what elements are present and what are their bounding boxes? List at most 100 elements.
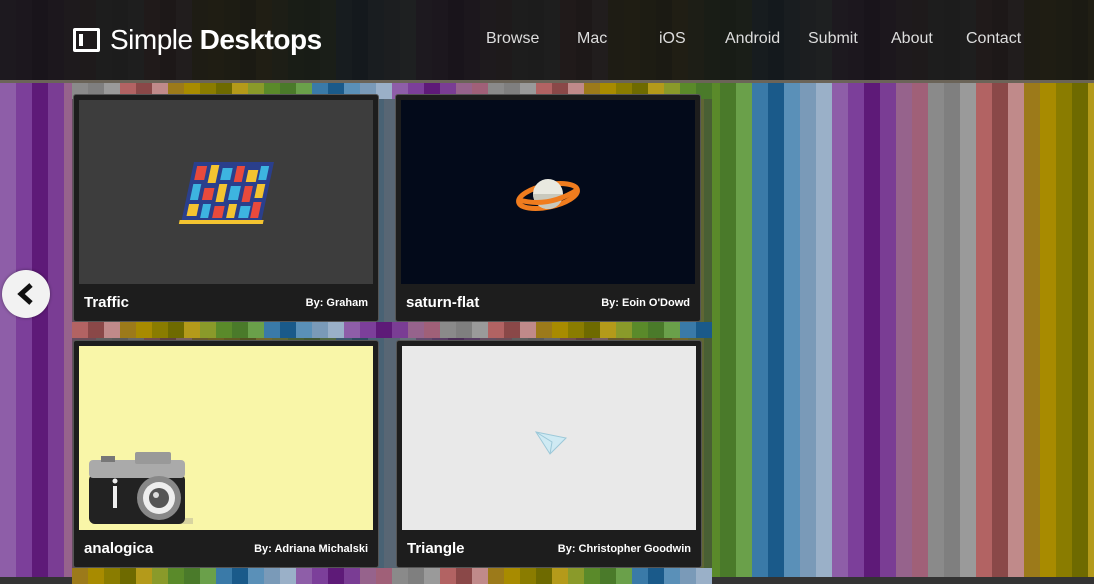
band-stripe [312,322,328,338]
stripe [736,0,752,577]
nav-browse[interactable]: Browse [486,30,539,48]
logo-text-light: Simple [110,24,193,55]
wallpaper-card[interactable]: saturn-flat By: Eoin O'Dowd [395,94,701,322]
band-stripe [168,568,184,584]
stripe [800,0,816,577]
stripe [1040,0,1056,577]
band-stripe [376,322,392,338]
wallpaper-thumbnail[interactable] [402,346,696,530]
stripe [1072,0,1088,577]
wallpaper-title[interactable]: analogica [84,540,153,557]
nav-about[interactable]: About [891,30,933,48]
stripe [768,0,784,577]
wallpaper-title[interactable]: Traffic [84,294,129,311]
band-stripe [248,322,264,338]
stripe [1008,0,1024,577]
band-stripe [344,568,360,584]
band-stripe [472,568,488,584]
band-stripe [328,568,344,584]
wallpaper-thumbnail[interactable] [79,100,373,284]
band-stripe [680,568,696,584]
wallpaper-title[interactable]: saturn-flat [406,294,479,311]
wallpaper-thumbnail[interactable] [79,346,373,530]
stripe [992,0,1008,577]
band-stripe [488,568,504,584]
band-stripe [344,322,360,338]
band-stripe [696,322,712,338]
band-stripe [88,322,104,338]
stripe [832,0,848,577]
band-stripe [136,568,152,584]
band-stripe [600,322,616,338]
stripe [880,0,896,577]
nav-contact[interactable]: Contact [966,30,1021,48]
stripe [752,0,768,577]
nav-submit[interactable]: Submit [808,30,858,48]
stripe [720,0,736,577]
camera-illustration [89,452,193,524]
band-stripe [616,322,632,338]
wallpaper-card[interactable]: Traffic By: Graham [73,94,379,322]
logo-text-bold: Desktops [199,24,323,55]
stripe [864,0,880,577]
stripe [912,0,928,577]
band-stripe [232,322,248,338]
stripe [928,0,944,577]
band-stripe [88,568,104,584]
previous-page-button[interactable] [2,270,50,318]
band-stripe [392,322,408,338]
band-stripe [696,568,712,584]
band-stripe [392,568,408,584]
stripe [1088,0,1094,577]
band-stripe [584,322,600,338]
band-stripe [648,322,664,338]
band-stripe [552,322,568,338]
band-stripe [440,568,456,584]
band-stripe [568,568,584,584]
stripe [848,0,864,577]
band-stripe [536,568,552,584]
wallpaper-author[interactable]: By: Eoin O'Dowd [601,297,690,309]
band-stripe [440,322,456,338]
wallpaper-thumbnail[interactable] [401,100,695,284]
site-logo[interactable]: Simple Desktops [73,24,322,56]
band-stripe [472,322,488,338]
band-stripe [456,322,472,338]
wallpaper-author[interactable]: By: Adriana Michalski [254,543,368,555]
band-stripe [504,568,520,584]
band-stripe [600,568,616,584]
band-stripe [232,568,248,584]
stripe [976,0,992,577]
band-stripe [408,568,424,584]
band-stripe [648,568,664,584]
band-stripe [680,322,696,338]
band-stripe [328,322,344,338]
band-stripe [424,568,440,584]
stripe [1024,0,1040,577]
band-stripe [296,322,312,338]
band-stripe [120,568,136,584]
wallpaper-author[interactable]: By: Graham [306,297,368,309]
nav-ios[interactable]: iOS [659,30,686,48]
band-stripe [408,322,424,338]
band-stripe [616,568,632,584]
band-stripe [584,568,600,584]
band-stripe [552,568,568,584]
wallpaper-card[interactable]: analogica By: Adriana Michalski [73,340,379,568]
band-stripe [632,322,648,338]
nav-mac[interactable]: Mac [577,30,607,48]
traffic-illustration [178,162,274,224]
band-stripe [104,568,120,584]
band-stripe [664,568,680,584]
band-stripe [104,322,120,338]
stripe [1056,0,1072,577]
wallpaper-card[interactable]: Triangle By: Christopher Goodwin [396,340,702,568]
band-stripe [488,322,504,338]
stripe [944,0,960,577]
band-stripe [72,322,88,338]
band-stripe [120,322,136,338]
wallpaper-title[interactable]: Triangle [407,540,465,557]
wallpaper-author[interactable]: By: Christopher Goodwin [558,543,691,555]
band-stripe [520,568,536,584]
nav-android[interactable]: Android [725,30,780,48]
